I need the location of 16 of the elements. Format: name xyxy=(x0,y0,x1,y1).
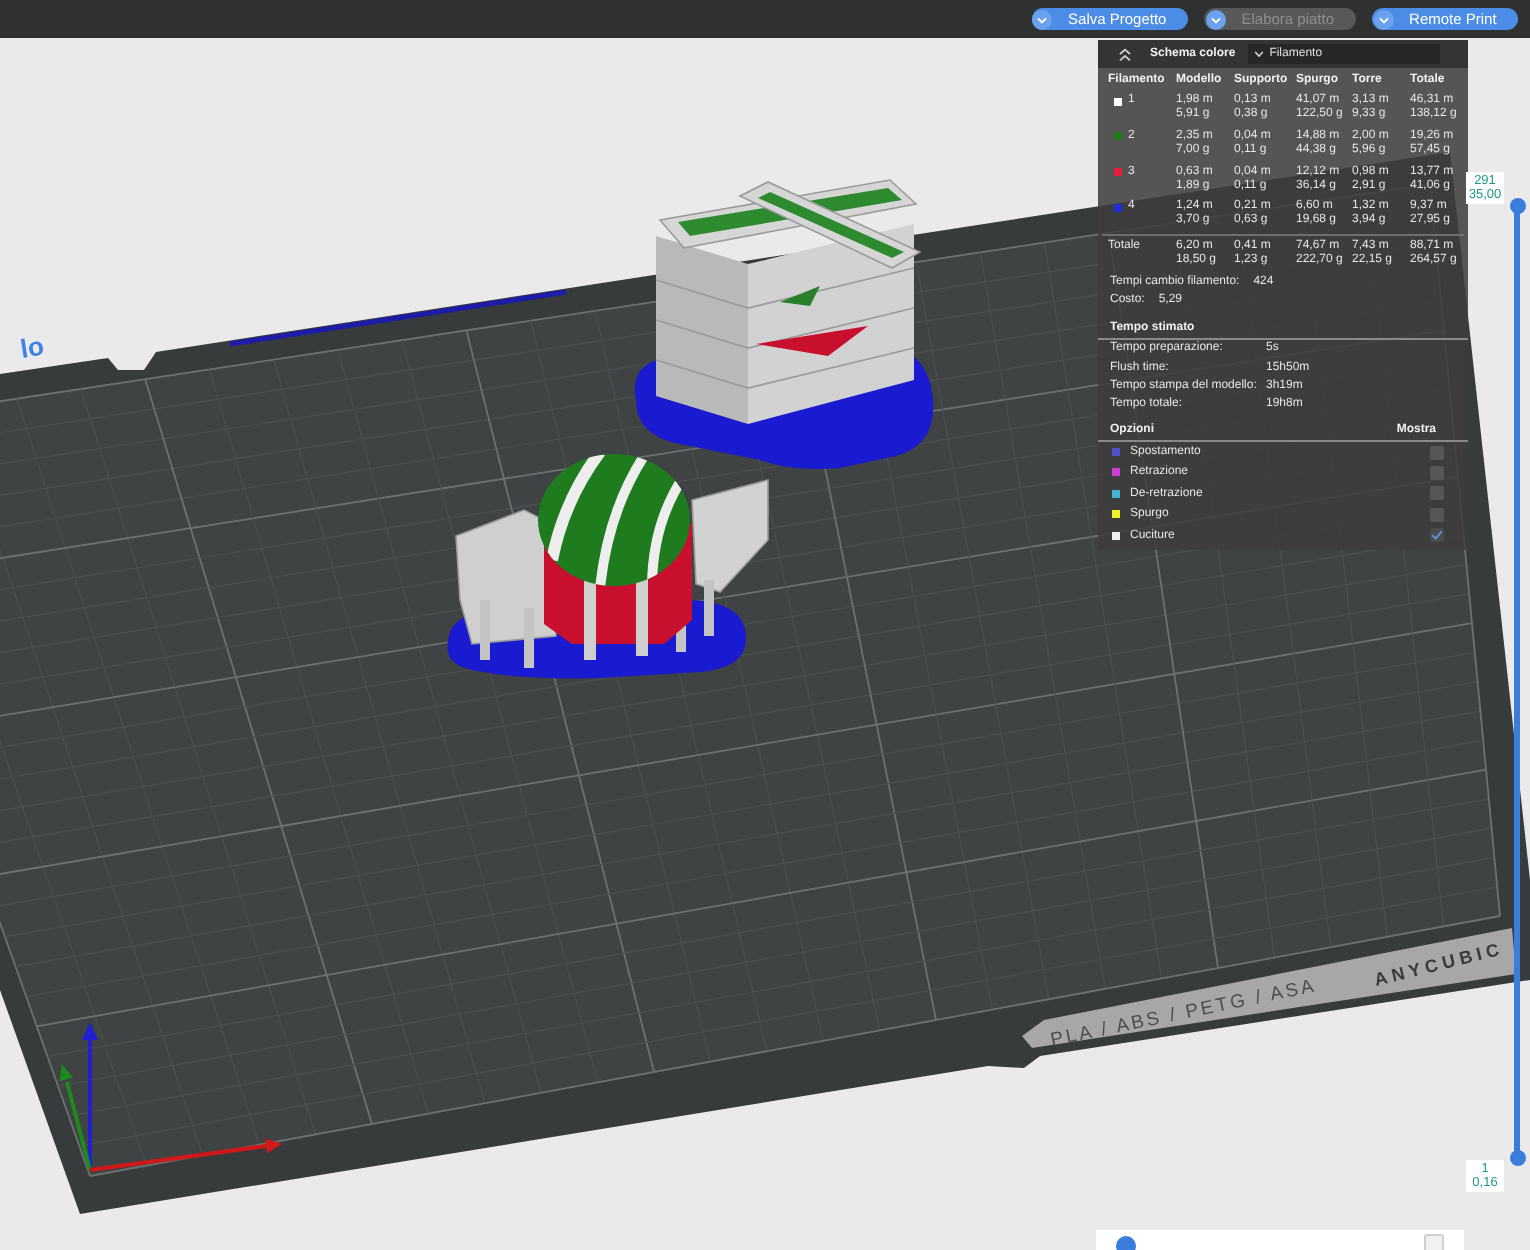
checkbox[interactable] xyxy=(1430,507,1444,522)
checkbox[interactable] xyxy=(1430,528,1444,543)
caret-icon xyxy=(1205,9,1226,29)
collapse-icon[interactable] xyxy=(1118,47,1132,61)
plate-marking: PLA / ABS / PETG / ASA xyxy=(1048,976,1316,1052)
chevron-icon xyxy=(1253,50,1264,58)
axes-icon xyxy=(59,1022,282,1172)
slider-handle[interactable] xyxy=(1509,1150,1525,1166)
checkbox[interactable] xyxy=(1430,486,1444,501)
plate-name: lo xyxy=(18,330,46,364)
slider-handle[interactable] xyxy=(1509,198,1525,214)
checkbox[interactable] xyxy=(1430,465,1444,480)
caret-icon xyxy=(1373,9,1394,29)
checkbox[interactable] xyxy=(1430,445,1444,460)
caret-icon xyxy=(1032,9,1053,29)
check-icon xyxy=(1430,528,1444,543)
